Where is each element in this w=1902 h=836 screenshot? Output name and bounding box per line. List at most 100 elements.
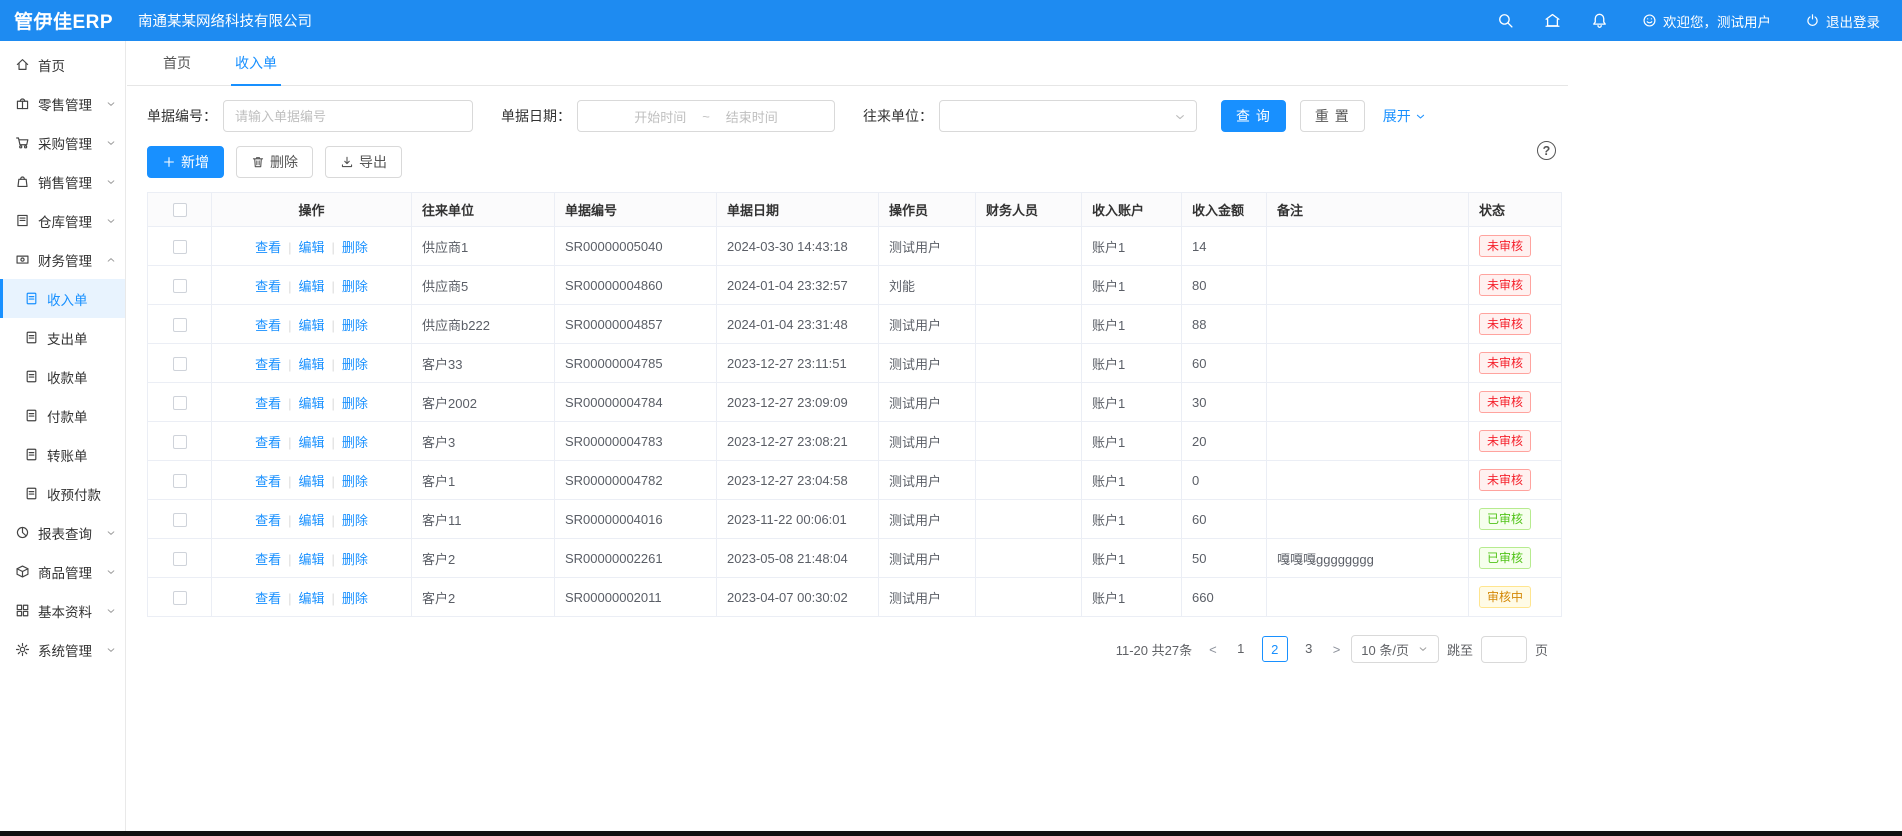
sidebar-item-4[interactable]: 仓库管理	[0, 201, 125, 240]
view-link[interactable]: 查看	[255, 396, 281, 411]
view-link[interactable]: 查看	[255, 318, 281, 333]
sidebar-item-8[interactable]: 收款单	[0, 357, 125, 396]
row-checkbox[interactable]	[173, 591, 187, 605]
column-header: 操作员	[879, 193, 976, 227]
partner-select[interactable]	[939, 100, 1197, 132]
bill-no-input[interactable]	[223, 100, 473, 132]
sidebar-item-1[interactable]: 零售管理	[0, 84, 125, 123]
prev-page-button[interactable]: <	[1206, 642, 1220, 657]
row-checkbox[interactable]	[173, 396, 187, 410]
sidebar-item-9[interactable]: 付款单	[0, 396, 125, 435]
page-2-button[interactable]: 2	[1262, 636, 1288, 662]
edit-link[interactable]: 编辑	[298, 318, 324, 333]
help-icon[interactable]: ?	[1537, 141, 1556, 160]
sidebar-item-7[interactable]: 支出单	[0, 318, 125, 357]
sidebar-item-label: 仓库管理	[38, 211, 92, 231]
row-checkbox[interactable]	[173, 552, 187, 566]
delete-link[interactable]: 删除	[342, 474, 368, 489]
sidebar-item-11[interactable]: 收预付款	[0, 474, 125, 513]
status-badge: 审核中	[1479, 586, 1531, 608]
tab-home[interactable]: 首页	[163, 41, 191, 85]
sidebar-item-6[interactable]: 收入单	[0, 279, 125, 318]
row-checkbox[interactable]	[173, 513, 187, 527]
page-3-button[interactable]: 3	[1296, 636, 1322, 662]
cell-bill-no: SR00000004860	[555, 266, 717, 305]
cell-account: 账户1	[1082, 500, 1182, 539]
view-link[interactable]: 查看	[255, 552, 281, 567]
next-page-button[interactable]: >	[1330, 642, 1344, 657]
sidebar-item-12[interactable]: 报表查询	[0, 513, 125, 552]
sidebar-item-13[interactable]: 商品管理	[0, 552, 125, 591]
sidebar-item-15[interactable]: 系统管理	[0, 630, 125, 669]
expand-link[interactable]: 展开	[1383, 106, 1427, 126]
view-link[interactable]: 查看	[255, 240, 281, 255]
tab-income-bill[interactable]: 收入单	[235, 41, 277, 85]
sidebar-item-14[interactable]: 基本资料	[0, 591, 125, 630]
add-button[interactable]: 新增	[147, 146, 224, 178]
cell-date: 2024-01-04 23:32:57	[717, 266, 879, 305]
page-size-select[interactable]: 10 条/页	[1351, 635, 1439, 663]
delete-link[interactable]: 删除	[342, 279, 368, 294]
home-icon[interactable]	[1544, 12, 1561, 29]
download-icon	[340, 155, 354, 169]
divider: |	[288, 357, 291, 372]
reset-button[interactable]: 重 置	[1300, 100, 1365, 132]
welcome-user[interactable]: 欢迎您，测试用户	[1642, 11, 1771, 31]
chevron-down-icon	[105, 215, 117, 227]
delete-link[interactable]: 删除	[342, 396, 368, 411]
search-icon[interactable]	[1497, 12, 1514, 29]
view-link[interactable]: 查看	[255, 435, 281, 450]
row-checkbox[interactable]	[173, 279, 187, 293]
date-range-picker[interactable]: 开始时间 ~ 结束时间	[577, 100, 835, 132]
view-link[interactable]: 查看	[255, 357, 281, 372]
cell-date: 2023-04-07 00:30:02	[717, 578, 879, 617]
row-checkbox[interactable]	[173, 435, 187, 449]
edit-link[interactable]: 编辑	[298, 513, 324, 528]
delete-link[interactable]: 删除	[342, 552, 368, 567]
cell-finance-staff	[976, 344, 1082, 383]
edit-link[interactable]: 编辑	[298, 279, 324, 294]
row-checkbox[interactable]	[173, 318, 187, 332]
sidebar: 首页零售管理采购管理销售管理仓库管理财务管理收入单支出单收款单付款单转账单收预付…	[0, 41, 126, 836]
status-badge: 未审核	[1479, 235, 1531, 257]
view-link[interactable]: 查看	[255, 279, 281, 294]
select-all-checkbox[interactable]	[173, 203, 187, 217]
delete-link[interactable]: 删除	[342, 240, 368, 255]
row-checkbox[interactable]	[173, 474, 187, 488]
row-checkbox[interactable]	[173, 357, 187, 371]
view-link[interactable]: 查看	[255, 474, 281, 489]
delete-link[interactable]: 删除	[342, 357, 368, 372]
bell-icon[interactable]	[1591, 12, 1608, 29]
sidebar-item-10[interactable]: 转账单	[0, 435, 125, 474]
export-button[interactable]: 导出	[325, 146, 402, 178]
page-1-button[interactable]: 1	[1228, 636, 1254, 662]
delete-link[interactable]: 删除	[342, 435, 368, 450]
sidebar-item-5[interactable]: 财务管理	[0, 240, 125, 279]
row-checkbox[interactable]	[173, 240, 187, 254]
edit-link[interactable]: 编辑	[298, 552, 324, 567]
edit-link[interactable]: 编辑	[298, 591, 324, 606]
cell-amount: 80	[1182, 266, 1267, 305]
sidebar-item-0[interactable]: 首页	[0, 45, 125, 84]
edit-link[interactable]: 编辑	[298, 396, 324, 411]
view-link[interactable]: 查看	[255, 513, 281, 528]
sidebar-item-2[interactable]: 采购管理	[0, 123, 125, 162]
sidebar-item-3[interactable]: 销售管理	[0, 162, 125, 201]
cell-operator: 测试用户	[879, 227, 976, 266]
delete-link[interactable]: 删除	[342, 513, 368, 528]
edit-link[interactable]: 编辑	[298, 435, 324, 450]
status-badge: 未审核	[1479, 352, 1531, 374]
edit-link[interactable]: 编辑	[298, 240, 324, 255]
report-icon	[15, 525, 30, 540]
doc-icon	[24, 369, 39, 384]
delete-button[interactable]: 删除	[236, 146, 313, 178]
delete-link[interactable]: 删除	[342, 591, 368, 606]
logout-button[interactable]: 退出登录	[1805, 11, 1880, 31]
divider: |	[332, 357, 335, 372]
delete-link[interactable]: 删除	[342, 318, 368, 333]
edit-link[interactable]: 编辑	[298, 474, 324, 489]
search-button[interactable]: 查 询	[1221, 100, 1286, 132]
view-link[interactable]: 查看	[255, 591, 281, 606]
jump-page-input[interactable]	[1481, 636, 1527, 663]
edit-link[interactable]: 编辑	[298, 357, 324, 372]
